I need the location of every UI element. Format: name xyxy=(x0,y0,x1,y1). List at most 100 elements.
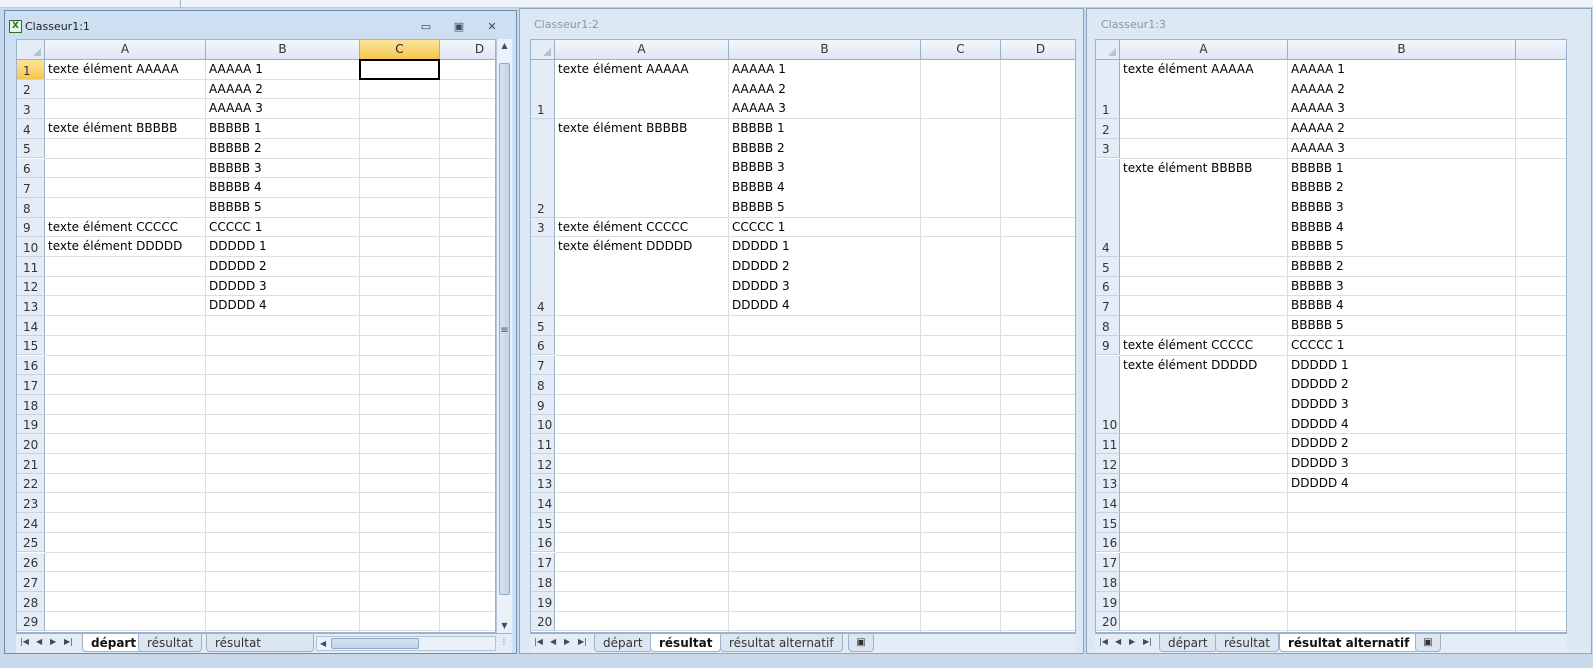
last-sheet-icon[interactable]: ▶| xyxy=(578,637,587,646)
tab-resultat-alternatif[interactable]: résultat alternatif xyxy=(720,634,843,652)
cell[interactable]: texte élément CCCCC xyxy=(1123,336,1253,356)
next-sheet-icon[interactable]: ▶ xyxy=(564,637,570,646)
cell[interactable]: BBBBB 3 xyxy=(1291,277,1344,297)
row-header[interactable]: 15 xyxy=(531,513,555,533)
column-header[interactable]: B xyxy=(729,40,921,60)
cell[interactable]: texte élément AAAAA xyxy=(48,60,179,80)
cell[interactable]: texte élément DDDDD xyxy=(48,237,182,257)
row-header[interactable]: 21 xyxy=(17,454,45,474)
cell[interactable]: BBBBB 4 xyxy=(1291,296,1344,316)
last-sheet-icon[interactable]: ▶| xyxy=(64,637,73,646)
row-header[interactable]: 6 xyxy=(1096,276,1120,297)
window-classeur1-3[interactable]: Classeur1:3 A B 1 2 3 4 5 6 7 8 9 10 11 12 13 14 15 16 17 1… xyxy=(1086,8,1592,654)
cell[interactable]: BBBBB 5 xyxy=(209,198,262,218)
select-all-corner[interactable] xyxy=(531,40,555,60)
restore-icon[interactable]: ▣ xyxy=(451,20,467,34)
cell[interactable]: texte élément AAAAA xyxy=(1123,60,1254,80)
row-header[interactable]: 19 xyxy=(531,591,555,612)
cell[interactable]: texte élément DDDDD xyxy=(1123,356,1257,376)
row-header[interactable]: 18 xyxy=(1096,572,1120,592)
row-header[interactable]: 27 xyxy=(17,572,45,592)
select-all-corner[interactable] xyxy=(17,40,45,60)
row-header[interactable]: 9 xyxy=(17,217,45,238)
row-header[interactable]: 7 xyxy=(1096,296,1120,317)
next-sheet-icon[interactable]: ▶ xyxy=(50,637,56,646)
cell[interactable]: BBBBB 4 xyxy=(209,178,262,198)
row-header[interactable]: 10 xyxy=(17,237,45,257)
cell[interactable]: texte élément BBBBB xyxy=(558,119,687,139)
row-header[interactable]: 1 xyxy=(1096,60,1120,120)
row-header[interactable]: 14 xyxy=(17,316,45,336)
cell[interactable]: BBBBB 2 xyxy=(209,139,262,159)
cell[interactable]: CCCCC 1 xyxy=(1291,336,1344,356)
cell[interactable]: CCCCC 1 xyxy=(732,218,785,238)
row-header[interactable]: 18 xyxy=(531,572,555,592)
cell[interactable]: CCCCC 1 xyxy=(209,218,262,238)
row-header[interactable]: 1 xyxy=(17,60,45,80)
cell[interactable]: DDDDD 4 xyxy=(1291,474,1349,494)
cell[interactable]: AAAAA 3 xyxy=(1291,139,1345,159)
row-header[interactable]: 8 xyxy=(531,375,555,395)
prev-sheet-icon[interactable]: ◀ xyxy=(550,637,556,646)
row-header[interactable]: 14 xyxy=(531,493,555,514)
last-sheet-icon[interactable]: ▶| xyxy=(1143,637,1152,646)
cell[interactable]: DDDDD 1 DDDDD 2 DDDDD 3 DDDDD 4 xyxy=(732,237,790,316)
tab-resultat[interactable]: résultat xyxy=(1215,634,1280,652)
column-header[interactable] xyxy=(1516,40,1566,60)
cell[interactable]: texte élément AAAAA xyxy=(558,60,689,80)
cell[interactable]: texte élément DDDDD xyxy=(558,237,692,257)
cell[interactable]: DDDDD 4 xyxy=(209,296,267,316)
tab-resultat[interactable]: résultat xyxy=(650,634,722,652)
first-sheet-icon[interactable]: |◀ xyxy=(534,637,543,646)
tab-depart[interactable]: départ xyxy=(1159,634,1217,652)
row-header[interactable]: 4 xyxy=(1096,158,1120,257)
row-header[interactable]: 7 xyxy=(531,355,555,376)
row-header[interactable]: 14 xyxy=(1096,493,1120,514)
column-header[interactable]: B xyxy=(206,40,360,60)
row-header[interactable]: 3 xyxy=(531,217,555,238)
column-header[interactable]: C xyxy=(921,40,1001,60)
row-header[interactable]: 16 xyxy=(531,532,555,553)
row-header[interactable]: 20 xyxy=(1096,611,1120,632)
spreadsheet-grid[interactable]: A B C D 1 2 3 4 5 6 7 8 9 10 11 12 13 14 15 16 17 18 19 20 texte… xyxy=(530,39,1076,633)
row-header[interactable]: 13 xyxy=(531,473,555,494)
row-header[interactable]: 20 xyxy=(17,434,45,454)
row-header[interactable]: 20 xyxy=(531,611,555,632)
row-header[interactable]: 12 xyxy=(17,276,45,297)
cell[interactable]: DDDDD 2 xyxy=(1291,434,1349,454)
cell[interactable]: texte élément BBBBB xyxy=(1123,159,1252,179)
row-header[interactable]: 23 xyxy=(17,493,45,514)
window-classeur1-2[interactable]: Classeur1:2 A B C D 1 2 3 4 5 6 7 8 9 10 11 12 13 14 15 16 1… xyxy=(519,8,1084,654)
row-header[interactable]: 11 xyxy=(1096,434,1120,454)
cell[interactable]: DDDDD 1 xyxy=(209,237,267,257)
row-header[interactable]: 15 xyxy=(1096,513,1120,533)
cell[interactable]: AAAAA 1 AAAAA 2 AAAAA 3 xyxy=(1291,60,1345,119)
window-classeur1-1[interactable]: X Classeur1:1 ▭ ▣ ✕ A B C D 1 2 3 4 5 6 7 8 9 10 11 12 1… xyxy=(4,10,517,654)
column-header[interactable]: A xyxy=(1120,40,1288,60)
row-header[interactable]: 16 xyxy=(1096,532,1120,553)
row-header[interactable]: 1 xyxy=(531,60,555,120)
row-header[interactable]: 22 xyxy=(17,473,45,494)
row-header[interactable]: 24 xyxy=(17,513,45,533)
row-header[interactable]: 3 xyxy=(17,99,45,120)
row-header[interactable]: 5 xyxy=(1096,257,1120,277)
cell[interactable]: BBBBB 2 xyxy=(1291,257,1344,277)
first-sheet-icon[interactable]: |◀ xyxy=(20,637,29,646)
row-header[interactable]: 19 xyxy=(17,414,45,435)
spreadsheet-grid[interactable]: A B 1 2 3 4 5 6 7 8 9 10 11 12 13 14 15 16 17 18 19 20 texte é… xyxy=(1095,39,1567,633)
cell[interactable]: BBBBB 3 xyxy=(209,159,262,179)
column-header[interactable]: A xyxy=(555,40,729,60)
horizontal-scrollbar-thumb[interactable] xyxy=(331,638,419,649)
window-titlebar[interactable]: Classeur1:2 xyxy=(520,9,1083,39)
cell[interactable]: DDDDD 1 DDDDD 2 DDDDD 3 DDDDD 4 xyxy=(1291,356,1349,435)
row-header[interactable]: 3 xyxy=(1096,138,1120,159)
cell[interactable]: BBBBB 1 BBBBB 2 BBBBB 3 BBBBB 4 BBBBB 5 xyxy=(1291,159,1344,257)
row-header[interactable]: 16 xyxy=(17,355,45,376)
row-header[interactable]: 26 xyxy=(17,552,45,573)
column-header[interactable]: C xyxy=(360,40,440,60)
row-header[interactable]: 29 xyxy=(17,611,45,632)
row-header[interactable]: 17 xyxy=(17,375,45,395)
row-header[interactable]: 19 xyxy=(1096,591,1120,612)
row-header[interactable]: 2 xyxy=(1096,119,1120,139)
prev-sheet-icon[interactable]: ◀ xyxy=(1115,637,1121,646)
